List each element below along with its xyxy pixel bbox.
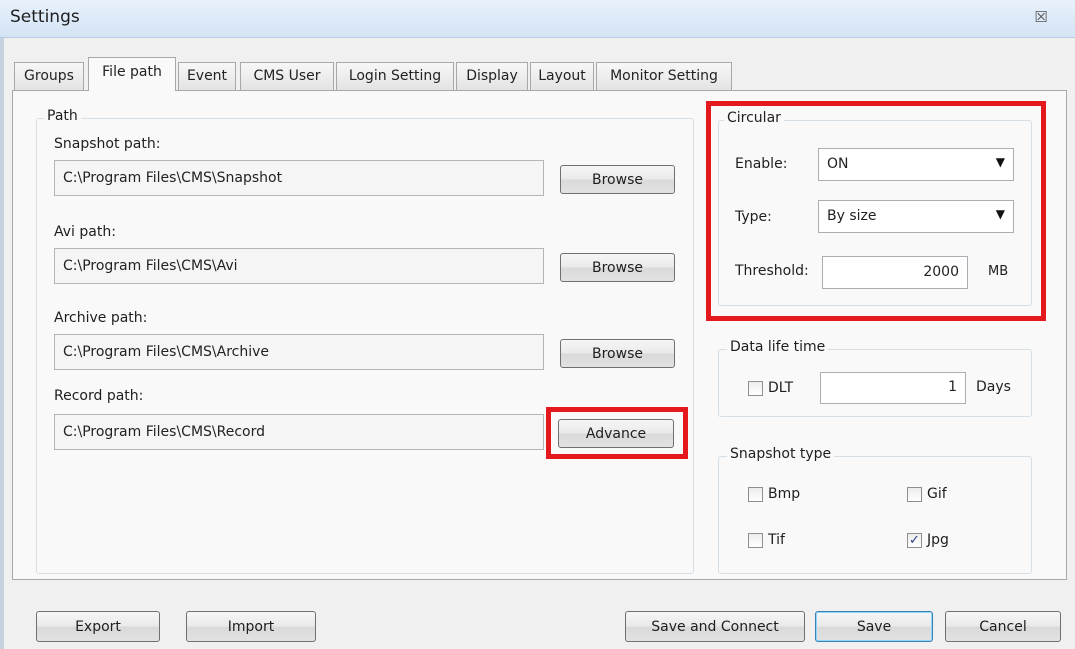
snapshot-type-group <box>718 456 1032 574</box>
snapshot-path-field[interactable]: C:\Program Files\CMS\Snapshot <box>54 160 544 196</box>
tab-display[interactable]: Display <box>456 62 528 90</box>
circular-highlight-box <box>706 101 1046 321</box>
gif-label: Gif <box>927 486 947 502</box>
dlt-checkbox[interactable] <box>748 381 763 396</box>
archive-path-field[interactable]: C:\Program Files\CMS\Archive <box>54 334 544 370</box>
dlt-label: DLT <box>768 380 794 396</box>
bmp-label: Bmp <box>768 486 801 502</box>
avi-path-label: Avi path: <box>54 224 116 240</box>
tab-groups[interactable]: Groups <box>14 62 84 90</box>
tab-cms-user[interactable]: CMS User <box>240 62 334 90</box>
record-path-field[interactable]: C:\Program Files\CMS\Record <box>54 414 544 450</box>
cancel-button[interactable]: Cancel <box>945 611 1061 642</box>
snapshot-path-label: Snapshot path: <box>54 136 161 152</box>
window-border <box>0 38 4 649</box>
save-and-connect-button[interactable]: Save and Connect <box>625 611 805 642</box>
snapshot-type-legend: Snapshot type <box>727 446 835 462</box>
checkmark-icon: ✓ <box>909 533 920 548</box>
tab-file-path[interactable]: File path <box>88 57 176 91</box>
archive-browse-button[interactable]: Browse <box>560 339 675 368</box>
advance-highlight-box <box>546 407 688 459</box>
avi-browse-button[interactable]: Browse <box>560 253 675 282</box>
window-title: Settings <box>10 7 80 27</box>
gif-checkbox[interactable] <box>907 487 922 502</box>
tab-event[interactable]: Event <box>178 62 236 90</box>
days-input[interactable]: 1 <box>820 372 966 404</box>
tif-checkbox[interactable] <box>748 533 763 548</box>
tab-login-setting[interactable]: Login Setting <box>336 62 454 90</box>
tab-monitor-setting[interactable]: Monitor Setting <box>596 62 732 90</box>
import-button[interactable]: Import <box>186 611 316 642</box>
tab-layout[interactable]: Layout <box>530 62 594 90</box>
data-life-legend: Data life time <box>727 339 829 355</box>
record-path-label: Record path: <box>54 388 144 404</box>
export-button[interactable]: Export <box>36 611 160 642</box>
title-bar <box>0 0 1075 38</box>
jpg-checkbox[interactable]: ✓ <box>907 533 922 548</box>
close-icon[interactable]: ☒ <box>1026 5 1056 29</box>
path-group-legend: Path <box>44 108 81 124</box>
bmp-checkbox[interactable] <box>748 487 763 502</box>
archive-path-label: Archive path: <box>54 310 148 326</box>
avi-path-field[interactable]: C:\Program Files\CMS\Avi <box>54 248 544 284</box>
tif-label: Tif <box>768 532 785 548</box>
snapshot-browse-button[interactable]: Browse <box>560 165 675 194</box>
save-button[interactable]: Save <box>815 611 933 642</box>
days-unit: Days <box>976 379 1011 395</box>
jpg-label: Jpg <box>927 532 949 548</box>
